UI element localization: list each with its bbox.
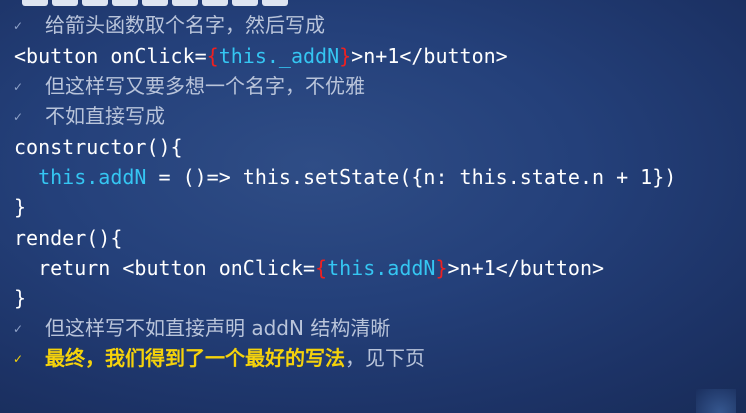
slide: ✓ 给箭头函数取个名字，然后写成 <button onClick={this._a… <box>0 0 746 413</box>
code-token: = ()=> this.setState({n: this.state.n + … <box>146 165 677 189</box>
checkmark-icon: ✓ <box>13 80 24 94</box>
bullet-item: ✓ 不如直接写成 <box>0 101 165 131</box>
code-token: render(){ <box>14 226 123 250</box>
checkmark-icon: ✓ <box>13 110 24 124</box>
code-token: <button onClick= <box>14 44 207 68</box>
corner-glow <box>696 389 736 413</box>
checkmark-icon: ✓ <box>13 352 24 366</box>
bullet-item-highlighted: ✓ 最终，我们得到了一个最好的写法，见下页 <box>0 343 425 373</box>
code-line: } <box>0 192 26 222</box>
bullet-text: 但这样写不如直接声明 addN 结构清晰 <box>45 316 391 340</box>
code-line: } <box>0 283 26 313</box>
slide-title-cropped <box>22 0 342 10</box>
bullet-text: ，见下页 <box>345 346 425 370</box>
code-token: } <box>14 286 27 310</box>
code-keyword: this.addN <box>327 256 436 280</box>
code-token: return <button onClick= <box>14 256 316 280</box>
code-token: constructor(){ <box>14 135 183 159</box>
code-keyword: this._addN <box>218 44 340 68</box>
code-token: } <box>14 195 27 219</box>
checkmark-icon: ✓ <box>13 19 24 33</box>
bullet-item: ✓ 但这样写不如直接声明 addN 结构清晰 <box>0 313 390 343</box>
bullet-item: ✓ 给箭头函数取个名字，然后写成 <box>0 10 325 40</box>
code-brace: } <box>339 44 352 68</box>
code-token: >n+1</button> <box>447 256 605 280</box>
code-brace: { <box>315 256 328 280</box>
checkmark-icon: ✓ <box>13 322 24 336</box>
code-line: return <button onClick={this.addN}>n+1</… <box>0 253 604 283</box>
code-brace: { <box>206 44 219 68</box>
bullet-text: 但这样写又要多想一个名字，不优雅 <box>45 74 365 98</box>
bullet-text: 给箭头函数取个名字，然后写成 <box>45 13 325 37</box>
bullet-item: ✓ 但这样写又要多想一个名字，不优雅 <box>0 71 365 101</box>
code-line: this.addN = ()=> this.setState({n: this.… <box>0 162 676 192</box>
code-line: render(){ <box>0 223 122 253</box>
bullet-text-highlight: 最终，我们得到了一个最好的写法 <box>45 346 345 370</box>
code-token: >n+1</button> <box>351 44 508 68</box>
bullet-text: 不如直接写成 <box>45 104 165 128</box>
code-line: <button onClick={this._addN}>n+1</button… <box>0 41 508 71</box>
code-brace: } <box>435 256 448 280</box>
code-keyword: this.addN <box>38 165 147 189</box>
code-line: constructor(){ <box>0 132 183 162</box>
